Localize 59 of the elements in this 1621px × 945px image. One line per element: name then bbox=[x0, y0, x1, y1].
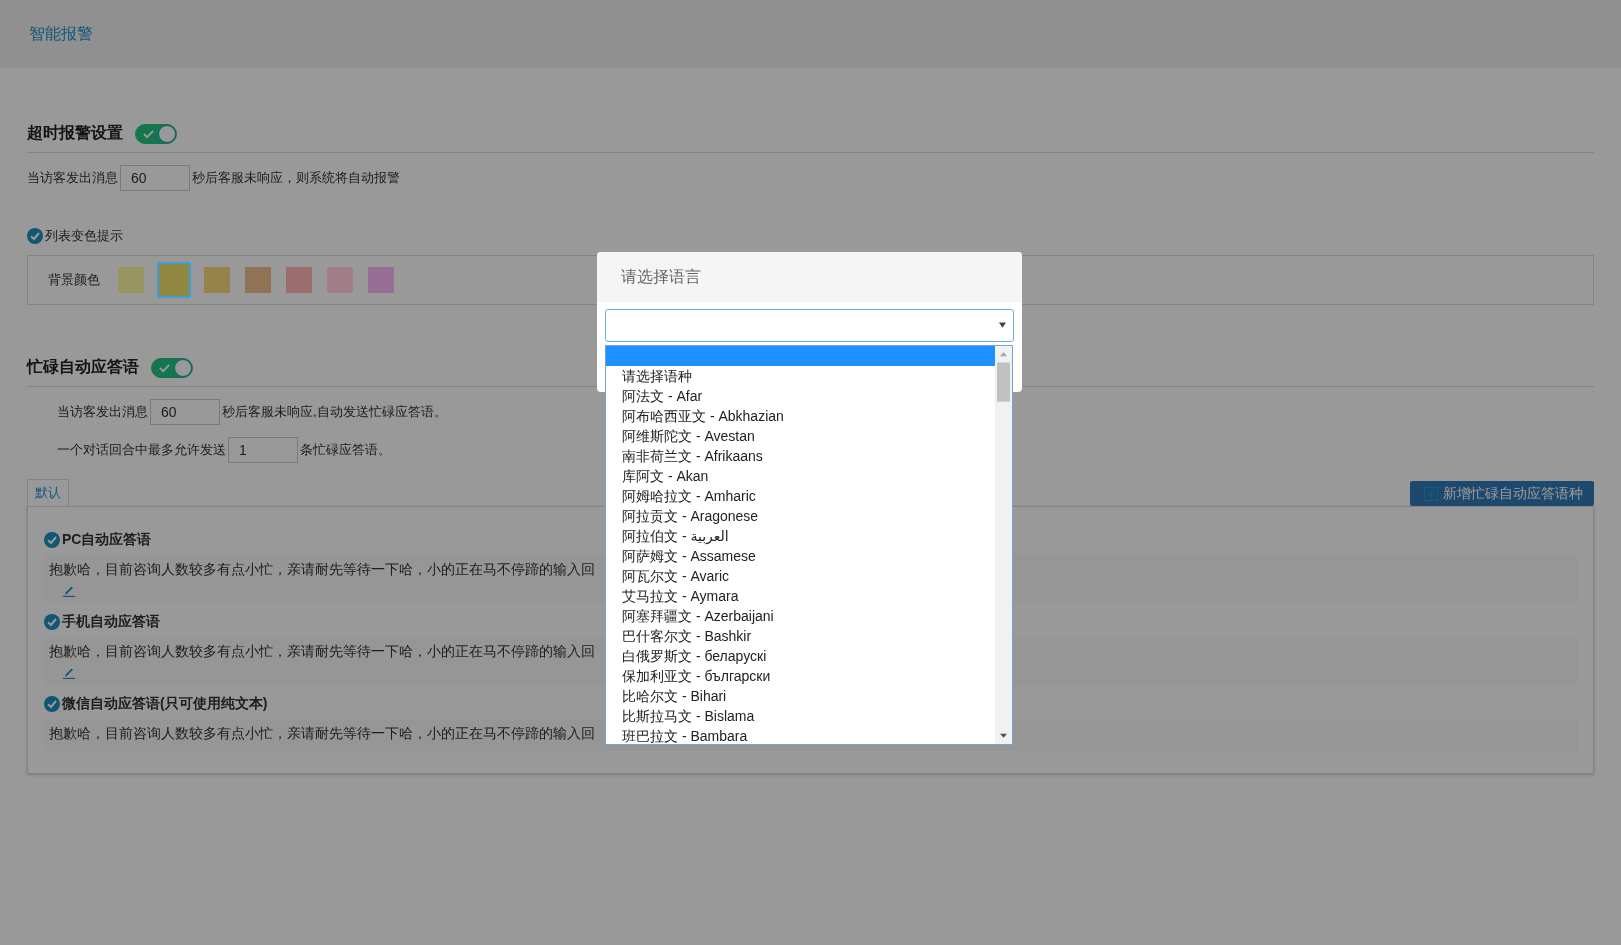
reply-text: 抱歉哈，目前咨询人数较多有点小忙，亲请耐先等待一下哈，小的正在马不停蹄的输入回 bbox=[49, 561, 595, 579]
reply-title: PC自动应答语 bbox=[62, 531, 152, 549]
dropdown-option[interactable]: 班巴拉文 - Bambara bbox=[606, 726, 995, 746]
plus-icon bbox=[1424, 486, 1438, 501]
reply-text: 抱歉哈，目前咨询人数较多有点小忙，亲请耐先等待一下哈，小的正在马不停蹄的输入回 bbox=[49, 643, 595, 661]
dropdown-option[interactable]: 阿姆哈拉文 - Amharic bbox=[606, 486, 995, 506]
language-select[interactable] bbox=[605, 309, 1014, 342]
dropdown-option[interactable]: 南非荷兰文 - Afrikaans bbox=[606, 446, 995, 466]
label-text: 秒后客服未响应,自动发送忙碌应答语。 bbox=[222, 403, 447, 421]
dropdown-option[interactable]: 阿拉贡文 - Aragonese bbox=[606, 506, 995, 526]
dropdown-option[interactable]: 艾马拉文 - Aymara bbox=[606, 586, 995, 606]
dropdown-option[interactable]: 阿法文 - Afar bbox=[606, 386, 995, 406]
dropdown-option[interactable]: 库阿文 - Akan bbox=[606, 466, 995, 486]
reply-title: 微信自动应答语(只可使用纯文本) bbox=[62, 695, 268, 713]
number-field[interactable]: 60 bbox=[120, 165, 190, 191]
dropdown-option[interactable]: 白俄罗斯文 - беларускі bbox=[606, 646, 995, 666]
number-field[interactable]: 60 bbox=[150, 399, 220, 425]
color-swatch[interactable] bbox=[159, 264, 189, 296]
dropdown-option[interactable]: 阿瓦尔文 - Avaric bbox=[606, 566, 995, 586]
color-swatch[interactable] bbox=[204, 267, 230, 293]
dropdown-option[interactable]: 巴什客尔文 - Bashkir bbox=[606, 626, 995, 646]
caret-icon bbox=[999, 322, 1006, 328]
dropdown-option[interactable]: 比斯拉马文 - Bislama bbox=[606, 706, 995, 726]
section-title: 超时报警设置 bbox=[27, 123, 123, 143]
number-field[interactable]: 1 bbox=[228, 437, 298, 463]
dialog-title: 请选择语言 bbox=[621, 266, 701, 287]
label-text: 当访客发出消息 bbox=[57, 403, 148, 421]
check-icon bbox=[143, 128, 154, 139]
label-text: 条忙碌应答语。 bbox=[300, 441, 391, 459]
toggle-switch[interactable] bbox=[135, 123, 177, 144]
checkbox-icon[interactable] bbox=[27, 228, 43, 244]
color-swatch[interactable] bbox=[118, 267, 144, 293]
page-title: 智能报警 bbox=[29, 23, 93, 44]
dropdown-option[interactable]: 阿塞拜疆文 - Azerbaijani bbox=[606, 606, 995, 626]
checkbox-label: 列表变色提示 bbox=[45, 227, 123, 245]
dropdown-option[interactable]: 比哈尔文 - Bihari bbox=[606, 686, 995, 706]
label-text: 一个对话回合中最多允许发送 bbox=[57, 441, 226, 459]
toggle-switch[interactable] bbox=[151, 357, 193, 378]
section-title: 忙碌自动应答语 bbox=[27, 357, 139, 377]
label-text: 秒后客服未响应，则系统将自动报警 bbox=[192, 169, 400, 187]
label-text: 当访客发出消息 bbox=[27, 169, 118, 187]
checkbox-icon[interactable] bbox=[44, 532, 60, 548]
color-swatch[interactable] bbox=[286, 267, 312, 293]
scrollbar[interactable] bbox=[995, 346, 1012, 744]
color-swatch[interactable] bbox=[368, 267, 394, 293]
label-text: 背景颜色 bbox=[48, 271, 100, 289]
dropdown-option[interactable]: 请选择语种 bbox=[606, 366, 995, 386]
reply-title: 手机自动应答语 bbox=[62, 613, 160, 631]
dropdown-option[interactable]: 保加利亚文 - български bbox=[606, 666, 995, 686]
color-swatch[interactable] bbox=[327, 267, 353, 293]
dropdown-option[interactable]: 阿维斯陀文 - Avestan bbox=[606, 426, 995, 446]
checkbox-icon[interactable] bbox=[44, 614, 60, 630]
checkbox-icon[interactable] bbox=[44, 696, 60, 712]
check-icon bbox=[159, 362, 170, 373]
dropdown-option[interactable]: 阿布哈西亚文 - Abkhazian bbox=[606, 406, 995, 426]
reply-text: 抱歉哈，目前咨询人数较多有点小忙，亲请耐先等待一下哈，小的正在马不停蹄的输入回 bbox=[49, 725, 595, 743]
color-swatch[interactable] bbox=[245, 267, 271, 293]
dropdown-option[interactable]: 阿萨姆文 - Assamese bbox=[606, 546, 995, 566]
dropdown-option[interactable]: 阿拉伯文 - العربية bbox=[606, 526, 995, 546]
